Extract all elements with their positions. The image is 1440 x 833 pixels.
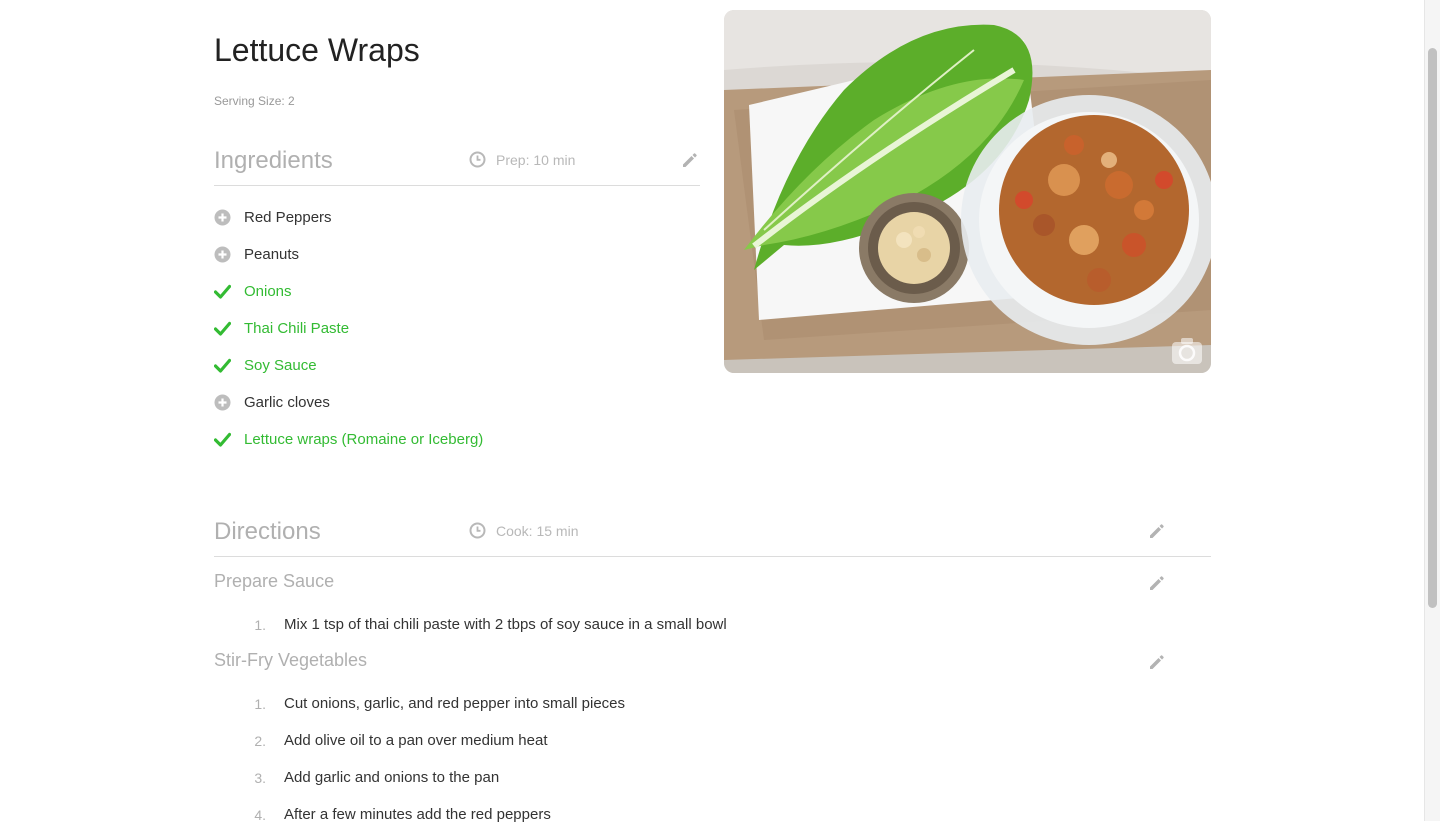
step-text: After a few minutes add the red peppers: [284, 806, 551, 823]
step-item: 4. After a few minutes add the red peppe…: [214, 796, 625, 833]
ingredient-item[interactable]: Red Peppers: [214, 199, 483, 236]
step-number: 1.: [254, 695, 266, 712]
ingredient-label: Lettuce wraps (Romaine or Iceberg): [244, 431, 484, 448]
lettuce-wraps-photo: [724, 10, 1211, 373]
add-circle-icon[interactable]: [214, 246, 231, 263]
camera-icon[interactable]: [1171, 337, 1203, 365]
step-item: 3. Add garlic and onions to the pan: [214, 759, 625, 796]
scrollbar-thumb[interactable]: [1428, 48, 1437, 608]
pencil-icon[interactable]: [681, 151, 699, 169]
step-text: Mix 1 tsp of thai chili paste with 2 tbp…: [284, 616, 727, 633]
checkmark-icon[interactable]: [214, 320, 231, 337]
clock-icon: [469, 522, 486, 539]
ingredient-item[interactable]: Lettuce wraps (Romaine or Iceberg): [214, 421, 483, 458]
ingredient-item[interactable]: Garlic cloves: [214, 384, 483, 421]
ingredient-label: Thai Chili Paste: [244, 320, 350, 337]
step-list: 1. Cut onions, garlic, and red pepper in…: [214, 685, 625, 833]
serving-size: Serving Size: 2: [214, 94, 295, 108]
step-text: Add olive oil to a pan over medium heat: [284, 732, 548, 749]
step-number: 4.: [254, 806, 266, 823]
step-number: 3.: [254, 769, 266, 786]
ingredient-label: Soy Sauce: [244, 357, 317, 374]
prep-time: Prep: 10 min: [469, 151, 575, 168]
ingredient-item[interactable]: Soy Sauce: [214, 347, 483, 384]
step-item: 1. Mix 1 tsp of thai chili paste with 2 …: [214, 606, 727, 643]
add-circle-icon[interactable]: [214, 394, 231, 411]
pencil-icon[interactable]: [1148, 574, 1166, 592]
directions-heading: Directions: [214, 518, 321, 545]
cook-time-label: Cook: 15 min: [496, 522, 579, 539]
pencil-icon[interactable]: [1148, 522, 1166, 540]
scrollbar-track[interactable]: [1424, 0, 1440, 821]
step-number: 2.: [254, 732, 266, 749]
directions-divider: [214, 556, 1211, 557]
ingredient-label: Garlic cloves: [244, 394, 330, 411]
ingredient-label: Red Peppers: [244, 209, 332, 226]
ingredient-item[interactable]: Peanuts: [214, 236, 483, 273]
step-text: Cut onions, garlic, and red pepper into …: [284, 695, 626, 712]
step-text: Add garlic and onions to the pan: [284, 769, 500, 786]
checkmark-icon[interactable]: [214, 357, 231, 374]
direction-section-title: Stir-Fry Vegetables: [214, 650, 368, 670]
ingredient-item[interactable]: Thai Chili Paste: [214, 310, 483, 347]
ingredient-label: Onions: [244, 283, 292, 300]
step-item: 1. Cut onions, garlic, and red pepper in…: [214, 685, 625, 722]
ingredient-item[interactable]: Onions: [214, 273, 483, 310]
checkmark-icon[interactable]: [214, 431, 231, 448]
ingredients-divider: [214, 185, 700, 186]
step-item: 2. Add olive oil to a pan over medium he…: [214, 722, 625, 759]
add-circle-icon[interactable]: [214, 209, 231, 226]
cook-time: Cook: 15 min: [469, 522, 578, 539]
clock-icon: [469, 151, 486, 168]
pencil-icon[interactable]: [1148, 653, 1166, 671]
checkmark-icon[interactable]: [214, 283, 231, 300]
ingredient-label: Peanuts: [244, 246, 300, 263]
prep-time-label: Prep: 10 min: [496, 151, 576, 168]
recipe-title: Lettuce Wraps: [214, 32, 420, 68]
direction-section-title: Prepare Sauce: [214, 571, 335, 591]
ingredients-heading: Ingredients: [214, 147, 333, 174]
step-number: 1.: [254, 616, 266, 633]
ingredient-list: Red Peppers Peanuts Onions Thai Chili Paste…: [214, 199, 483, 458]
step-list: 1. Mix 1 tsp of thai chili paste with 2 …: [214, 606, 727, 643]
recipe-photo[interactable]: [724, 10, 1211, 373]
